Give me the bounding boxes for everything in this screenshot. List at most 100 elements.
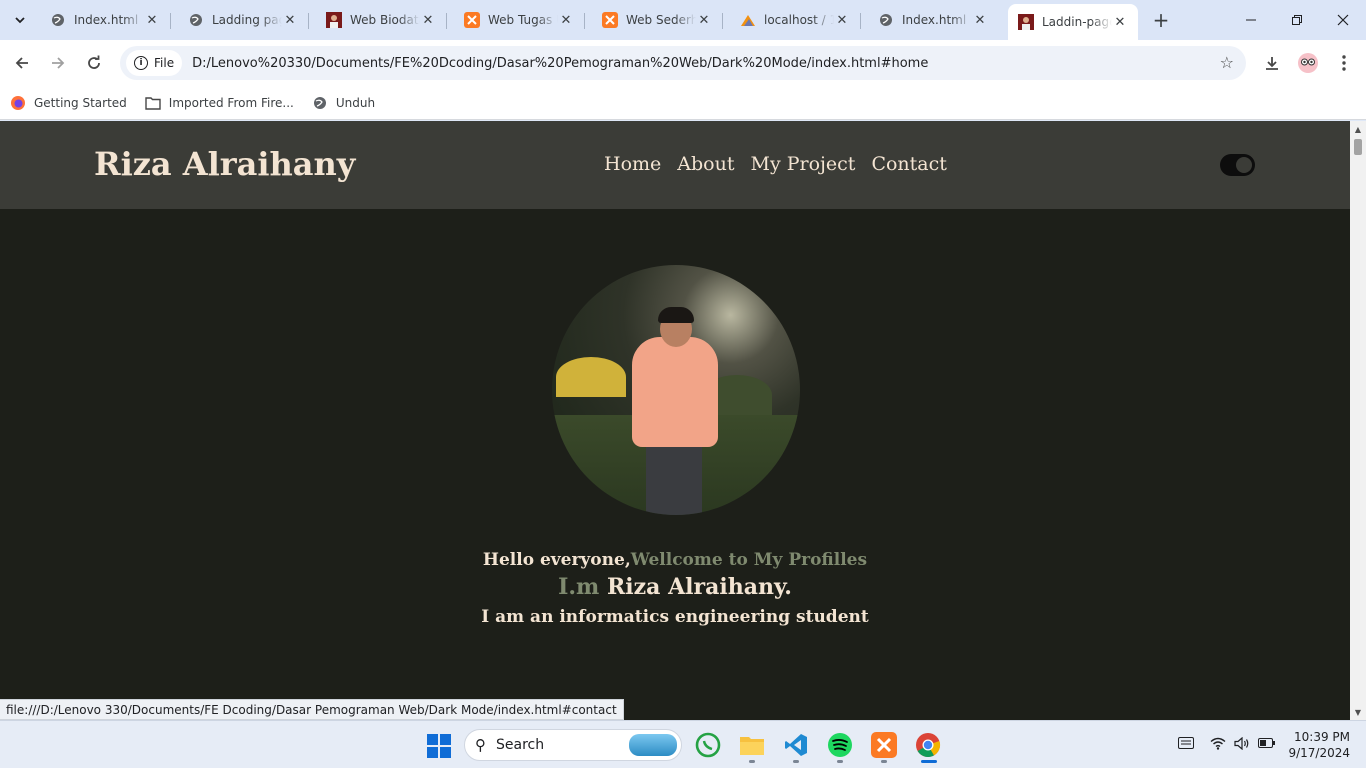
phpmyadmin-icon [740, 12, 756, 28]
search-placeholder: Search [496, 737, 545, 753]
search-icon: ⚲ [475, 736, 486, 754]
tab-index-1[interactable]: Index.html ✕ [40, 6, 171, 34]
minimize-icon [1246, 19, 1256, 21]
battery-icon[interactable] [1258, 737, 1276, 753]
close-icon[interactable]: ✕ [834, 12, 850, 28]
bookmark-unduh[interactable]: Unduh [312, 95, 375, 111]
forward-button[interactable] [44, 49, 72, 77]
menu-button[interactable] [1330, 49, 1358, 77]
tab-localhost[interactable]: localhost / 1 ✕ [730, 6, 861, 34]
photo-favicon [326, 12, 342, 28]
bookmark-star-icon[interactable]: ☆ [1220, 53, 1234, 72]
keyboard-icon[interactable] [1178, 737, 1194, 753]
nav-my-project[interactable]: My Project [750, 153, 855, 175]
photo-person-hoodie [632, 337, 718, 447]
tagline: I am an informatics engineering student [481, 607, 869, 627]
chrome-app[interactable] [912, 729, 944, 763]
bookmark-label: Imported From Fire... [168, 95, 294, 110]
page-scrollbar[interactable]: ▲ ▼ [1350, 121, 1366, 720]
site-nav: Home About My Project Contact [604, 153, 963, 175]
system-clock[interactable]: 10:39 PM 9/17/2024 [1284, 729, 1350, 761]
chevron-down-icon [15, 17, 25, 24]
active-indicator [921, 760, 937, 763]
folder-icon [740, 737, 764, 755]
vscode-icon [785, 734, 807, 756]
search-highlight-icon [629, 734, 677, 756]
scroll-thumb[interactable] [1354, 139, 1362, 155]
tab-web-biodata[interactable]: Web Biodata ✕ [316, 6, 447, 34]
back-button[interactable] [8, 49, 36, 77]
taskbar-search[interactable]: ⚲ Search [464, 729, 682, 761]
photo-tent [556, 357, 626, 397]
spotify-icon [828, 733, 852, 757]
bookmark-label: Getting Started [34, 95, 127, 110]
tab-title: Web Sederhana [626, 13, 696, 27]
arrow-left-icon [15, 57, 28, 69]
close-icon[interactable]: ✕ [420, 12, 436, 28]
tab-title: Index.html [902, 13, 967, 27]
tab-title: Web Biodata [350, 13, 420, 27]
greeting-line: Hello everyone,Wellcome to My Profilles [0, 550, 1350, 570]
xampp-icon [871, 732, 897, 758]
tab-title: Index.html [74, 13, 139, 27]
kebab-menu-icon [1342, 55, 1346, 71]
site-brand[interactable]: Riza Alraihany [94, 145, 355, 183]
file-explorer-app[interactable] [736, 729, 768, 763]
new-tab-button[interactable]: + [1149, 8, 1173, 32]
welcome-text: Wellcome to My Profilles [630, 550, 868, 570]
xampp-icon [464, 12, 480, 28]
tab-strip: Index.html ✕ Ladding page ✕ Web Biodata … [0, 0, 1366, 40]
close-icon[interactable]: ✕ [1112, 14, 1128, 30]
chrome-icon [916, 733, 941, 758]
minimize-button[interactable] [1228, 0, 1274, 40]
tab-title: Ladding page [212, 13, 282, 27]
bookmark-imported-folder[interactable]: Imported From Fire... [145, 95, 294, 111]
bookmark-getting-started[interactable]: Getting Started [10, 95, 127, 111]
chip-label: File [154, 56, 175, 70]
browser-toolbar: i File D:/Lenovo%20330/Documents/FE%20Dc… [0, 40, 1366, 86]
tab-index-2[interactable]: Index.html ✕ [868, 6, 998, 34]
close-icon[interactable]: ✕ [282, 12, 298, 28]
tab-title: localhost / 1 [764, 13, 834, 27]
close-icon[interactable]: ✕ [972, 12, 988, 28]
bookmarks-bar: Getting Started Imported From Fire... Un… [0, 86, 1366, 120]
site-info-chip[interactable]: i File [126, 50, 183, 76]
arrow-right-icon [52, 57, 65, 69]
close-window-button[interactable] [1320, 0, 1366, 40]
tab-laddin-page-active[interactable]: Laddin-page ✕ [1008, 4, 1138, 40]
download-button[interactable] [1258, 49, 1286, 77]
tab-ladding-page[interactable]: Ladding page ✕ [178, 6, 309, 34]
nav-home[interactable]: Home [604, 153, 661, 175]
close-icon [1337, 14, 1349, 26]
url-text[interactable]: D:/Lenovo%20330/Documents/FE%20Dcoding/D… [192, 56, 928, 71]
reload-icon [88, 55, 100, 69]
vscode-app[interactable] [780, 729, 812, 763]
profile-avatar[interactable] [1294, 49, 1322, 77]
restore-button[interactable] [1274, 0, 1320, 40]
volume-icon[interactable] [1234, 736, 1250, 754]
whatsapp-app[interactable] [692, 729, 724, 761]
reload-button[interactable] [80, 49, 108, 77]
tab-title: Web Tugas UAS [488, 13, 558, 27]
photo-favicon [1018, 14, 1034, 30]
spotify-app[interactable] [824, 729, 856, 763]
tab-web-tugas[interactable]: Web Tugas UAS ✕ [454, 6, 585, 34]
dark-mode-toggle[interactable] [1220, 154, 1255, 176]
tab-search-button[interactable] [8, 8, 32, 32]
close-icon[interactable]: ✕ [558, 12, 574, 28]
tab-web-sederhana[interactable]: Web Sederhana ✕ [592, 6, 723, 34]
scroll-down-icon[interactable]: ▼ [1350, 704, 1366, 720]
close-icon[interactable]: ✕ [144, 12, 160, 28]
profile-icon [1298, 53, 1318, 73]
close-icon[interactable]: ✕ [696, 12, 712, 28]
whatsapp-icon [695, 732, 721, 758]
nav-about[interactable]: About [677, 153, 734, 175]
download-icon [1266, 57, 1278, 70]
address-bar[interactable]: i File D:/Lenovo%20330/Documents/FE%20Dc… [120, 46, 1246, 80]
scroll-up-icon[interactable]: ▲ [1350, 121, 1366, 137]
xampp-app[interactable] [868, 729, 900, 763]
wifi-icon[interactable] [1210, 737, 1226, 754]
page-viewport: Riza Alraihany Home About My Project Con… [0, 121, 1350, 720]
windows-start-icon[interactable] [427, 734, 451, 758]
nav-contact[interactable]: Contact [871, 153, 946, 175]
